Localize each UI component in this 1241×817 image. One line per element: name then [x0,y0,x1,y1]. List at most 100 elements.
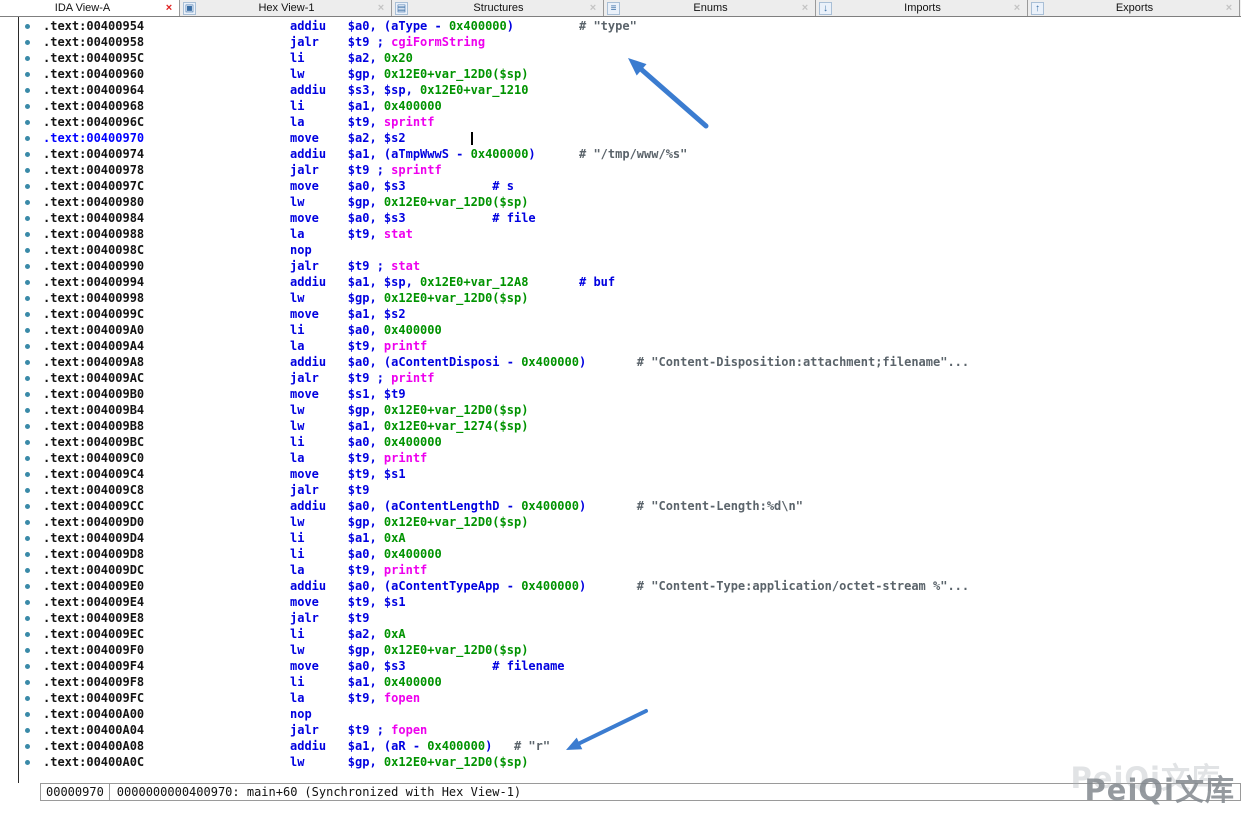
disassembly-line[interactable]: .text:00400A04jalr $t9 ; fopen [0,723,1241,739]
line-address: .text:004009D4 [43,531,290,545]
disassembly-line[interactable]: .text:004009C8jalr $t9 [0,483,1241,499]
disassembly-line[interactable]: .text:004009D8li $a0, 0x400000 [0,547,1241,563]
line-dot-icon [25,712,30,717]
disassembly-view[interactable]: .text:00400954addiu $a0, (aType - 0x4000… [0,17,1241,783]
disassembly-line[interactable]: .text:00400A08addiu $a1, (aR - 0x400000)… [0,739,1241,755]
tab-exports[interactable]: ↑Exports× [1028,0,1240,16]
code-token: 0x400000 [384,435,442,449]
disassembly-line[interactable]: .text:004009A8addiu $a0, (aContentDispos… [0,355,1241,371]
disassembly-line[interactable]: .text:00400984move $a0, $s3 # file [0,211,1241,227]
disassembly-line[interactable]: .text:004009B0move $s1, $t9 [0,387,1241,403]
line-address: .text:0040095C [43,51,290,65]
disassembly-line[interactable]: .text:004009C4move $t9, $s1 [0,467,1241,483]
disassembly-line[interactable]: .text:00400A0Clw $gp, 0x12E0+var_12D0($s… [0,755,1241,771]
code-token: move $a0, $s3 [290,179,406,193]
code-token: move $s1, $t9 [290,387,406,401]
line-dot-icon [25,760,30,765]
code-token: cgiFormString [391,35,485,49]
code-token: 0x12E0+var_12D0($sp) [384,291,529,305]
tab-close-icon[interactable]: × [798,2,812,14]
line-dot-icon [25,88,30,93]
line-address: .text:00400968 [43,99,290,113]
disassembly-line[interactable]: .text:00400998lw $gp, 0x12E0+var_12D0($s… [0,291,1241,307]
disassembly-line[interactable]: .text:004009A0li $a0, 0x400000 [0,323,1241,339]
tab-close-icon[interactable]: × [1010,2,1024,14]
tab-close-icon[interactable]: × [1222,2,1236,14]
disassembly-line[interactable]: .text:00400954addiu $a0, (aType - 0x4000… [0,19,1241,35]
code-token: jalr $t9 ; [290,371,391,385]
disassembly-line[interactable]: .text:0040095Cli $a2, 0x20 [0,51,1241,67]
disassembly-line[interactable]: .text:00400990jalr $t9 ; stat [0,259,1241,275]
disassembly-line[interactable]: .text:00400964addiu $s3, $sp, 0x12E0+var… [0,83,1241,99]
disassembly-line[interactable]: .text:004009C0la $t9, printf [0,451,1241,467]
disassembly-line[interactable]: .text:004009DCla $t9, printf [0,563,1241,579]
disassembly-line[interactable]: .text:00400970move $a2, $s2 [0,131,1241,147]
disassembly-line[interactable]: .text:004009D0lw $gp, 0x12E0+var_12D0($s… [0,515,1241,531]
line-address: .text:004009D0 [43,515,290,529]
disassembly-line[interactable]: .text:00400958jalr $t9 ; cgiFormString [0,35,1241,51]
disassembly-line[interactable]: .text:00400988la $t9, stat [0,227,1241,243]
disassembly-line[interactable]: .text:00400A00nop [0,707,1241,723]
code-token: 0x12E0+var_1274($sp) [384,419,529,433]
code-token: jalr $t9 ; [290,723,391,737]
code-token: addiu $a0, (aType - [290,19,449,33]
line-dot-icon [25,552,30,557]
disassembly-line[interactable]: .text:00400960lw $gp, 0x12E0+var_12D0($s… [0,67,1241,83]
disassembly-line[interactable]: .text:004009BCli $a0, 0x400000 [0,435,1241,451]
line-address: .text:00400A08 [43,739,290,753]
code-token: 0x400000 [449,19,507,33]
disassembly-line[interactable]: .text:004009ACjalr $t9 ; printf [0,371,1241,387]
tab-enums[interactable]: ≡Enums× [604,0,816,16]
tab-close-icon[interactable]: × [586,2,600,14]
line-dot-icon [25,200,30,205]
tab-label: Exports [1047,2,1222,14]
disassembly-line[interactable]: .text:004009F0lw $gp, 0x12E0+var_12D0($s… [0,643,1241,659]
tab-imports[interactable]: ↓Imports× [816,0,1028,16]
code-token: li $a1, [290,99,384,113]
tab-hex-view-1[interactable]: ▣Hex View-1× [180,0,392,16]
code-token: addiu $a1, (aTmpWwwS - [290,147,471,161]
disassembly-line[interactable]: .text:004009ECli $a2, 0xA [0,627,1241,643]
disassembly-line[interactable]: .text:004009FCla $t9, fopen [0,691,1241,707]
tab-close-icon[interactable]: × [162,2,176,14]
line-address: .text:0040099C [43,307,290,321]
disassembly-line[interactable]: .text:0040096Cla $t9, sprintf [0,115,1241,131]
disassembly-line[interactable]: .text:004009E4move $t9, $s1 [0,595,1241,611]
code-token: lw $gp, [290,643,384,657]
disassembly-line[interactable]: .text:004009B8lw $a1, 0x12E0+var_1274($s… [0,419,1241,435]
disassembly-line[interactable]: .text:004009F4move $a0, $s3 # filename [0,659,1241,675]
disassembly-line[interactable]: .text:004009E0addiu $a0, (aContentTypeAp… [0,579,1241,595]
disassembly-line[interactable]: .text:004009CCaddiu $a0, (aContentLength… [0,499,1241,515]
disassembly-line[interactable]: .text:00400994addiu $a1, $sp, 0x12E0+var… [0,275,1241,291]
disassembly-line[interactable]: .text:0040097Cmove $a0, $s3 # s [0,179,1241,195]
disassembly-line[interactable]: .text:004009B4lw $gp, 0x12E0+var_12D0($s… [0,403,1241,419]
disassembly-line[interactable]: .text:00400974addiu $a1, (aTmpWwwS - 0x4… [0,147,1241,163]
tab-ida-view-a[interactable]: IDA View-A× [0,0,180,16]
code-token: move $a1, $s2 [290,307,406,321]
code-token: li $a0, [290,323,384,337]
disassembly-line[interactable]: .text:004009A4la $t9, printf [0,339,1241,355]
line-address: .text:004009C4 [43,467,290,481]
disassembly-line[interactable]: .text:00400980lw $gp, 0x12E0+var_12D0($s… [0,195,1241,211]
disassembly-line[interactable]: .text:004009D4li $a1, 0xA [0,531,1241,547]
disassembly-line[interactable]: .text:00400968li $a1, 0x400000 [0,99,1241,115]
disassembly-line[interactable]: .text:004009E8jalr $t9 [0,611,1241,627]
disassembly-line[interactable]: .text:0040098Cnop [0,243,1241,259]
tab-structures[interactable]: ▤Structures× [392,0,604,16]
code-token: move $a0, $s3 [290,211,406,225]
line-dot-icon [25,120,30,125]
disassembly-line[interactable]: .text:004009F8li $a1, 0x400000 [0,675,1241,691]
line-dot-icon [25,392,30,397]
line-address: .text:004009B4 [43,403,290,417]
disassembly-line[interactable]: .text:00400978jalr $t9 ; sprintf [0,163,1241,179]
code-token: jalr $t9 ; [290,163,391,177]
tab-close-icon[interactable]: × [374,2,388,14]
line-address: .text:0040098C [43,243,290,257]
code-token: printf [384,451,427,465]
disassembly-line[interactable]: .text:0040099Cmove $a1, $s2 [0,307,1241,323]
line-address: .text:00400980 [43,195,290,209]
line-address: .text:004009C0 [43,451,290,465]
line-address: .text:004009F4 [43,659,290,673]
line-address: .text:00400998 [43,291,290,305]
line-dot-icon [25,344,30,349]
